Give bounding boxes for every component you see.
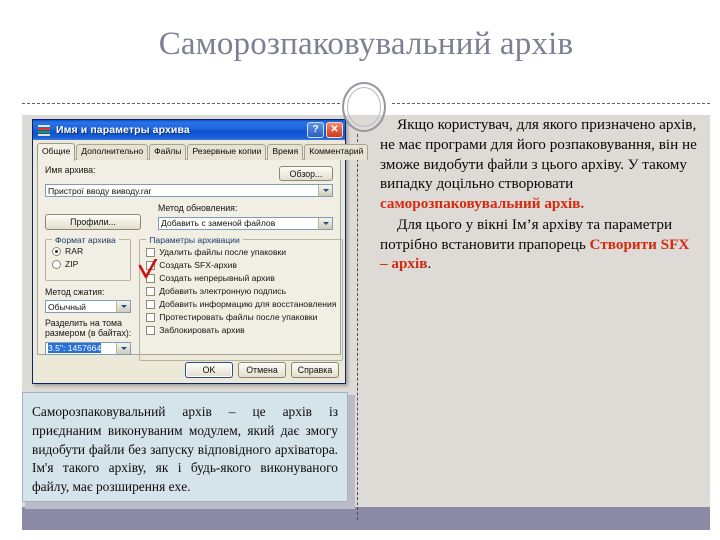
tab-obshie[interactable]: Общие (37, 143, 76, 161)
body-paragraph-2: Для цього у вікні Ім’я архіву та парамет… (380, 215, 700, 274)
checkbox-label: Добавить информацию для восстановления (159, 298, 337, 309)
help-button[interactable]: Справка (291, 362, 339, 378)
checkbox-lock-archive[interactable]: Заблокировать архив (146, 324, 336, 335)
body-paragraph-2-period: . (427, 255, 432, 273)
archive-name-row: Имя архива: Обзор... (45, 165, 333, 181)
checkbox-icon (146, 325, 156, 335)
radio-zip-label: ZIP (65, 258, 79, 269)
tab-kommentariy[interactable]: Комментарий (304, 144, 369, 160)
checkbox-add-recovery-record[interactable]: Добавить информацию для восстановления (146, 298, 337, 309)
checkbox-create-sfx-archive[interactable]: Создать SFX-архив (146, 259, 336, 270)
compression-method-select[interactable]: Обычный (45, 300, 132, 314)
chevron-down-icon[interactable] (116, 342, 131, 354)
cancel-button[interactable]: Отмена (238, 362, 286, 378)
close-icon[interactable]: ✕ (326, 122, 343, 138)
profiles-update-row: Профили... Метод обновления: Добавить с … (45, 203, 333, 230)
body-text: Якщо користувач, для якого призначено ар… (380, 115, 700, 274)
checkbox-delete-files-after-packing[interactable]: Удалить файлы после упаковки (146, 246, 336, 257)
checkbox-label: Удалить файлы после упаковки (159, 246, 287, 257)
radio-rar-label: RAR (65, 245, 84, 256)
right-column: Параметры архивации Удалить файлы после … (138, 234, 344, 361)
archive-format-group: Формат архива RAR ZIP (45, 234, 132, 281)
checkbox-label: Заблокировать архив (159, 324, 245, 335)
browse-button[interactable]: Обзор... (279, 166, 333, 181)
checkbox-create-solid-archive[interactable]: Создать непрерывный архив (146, 272, 336, 283)
update-method-label: Метод обновления: (158, 203, 238, 213)
frame-top (0, 0, 720, 12)
dialog-tab-strip[interactable]: Общие Дополнительно Файлы Резервные копи… (37, 143, 369, 161)
checkbox-icon (146, 299, 156, 309)
dialog-title-bar[interactable]: Имя и параметры архива ? ✕ (33, 120, 345, 140)
dialog-body: Общие Дополнительно Файлы Резервные копи… (33, 140, 369, 383)
radio-rar[interactable]: RAR (52, 245, 124, 256)
body-highlight-sfx-archive: саморозпаковувальний архів. (380, 195, 585, 212)
tab-rezervnye-kopii[interactable]: Резервные копии (187, 144, 267, 160)
tab-faily[interactable]: Файлы (149, 144, 187, 160)
dialog-title: Имя и параметры архива (56, 124, 190, 136)
checkbox-add-digital-signature[interactable]: Добавить электронную подпись (146, 285, 336, 296)
chevron-down-icon[interactable] (116, 301, 131, 313)
split-volumes-label-line2: размером (в байтах): (45, 328, 132, 339)
winrar-archive-dialog[interactable]: Имя и параметры архива ? ✕ Общие Дополни… (32, 119, 369, 384)
radio-rar-icon (52, 246, 61, 256)
frame-right (710, 0, 720, 540)
dialog-tab-page-general: Имя архива: Обзор... Пристрої вводу виво… (37, 159, 344, 361)
divider-dashed-right (392, 103, 710, 104)
checkbox-label: Создать SFX-архив (159, 259, 237, 270)
chevron-down-icon[interactable] (318, 217, 332, 229)
circle-decoration-icon (342, 82, 386, 132)
dialog-window-buttons: ? ✕ (307, 122, 343, 138)
checkbox-icon (146, 260, 156, 270)
checkbox-label: Создать непрерывный архив (159, 272, 275, 283)
split-volumes-value: 3.5": 1457664 (48, 343, 102, 354)
update-method-value: Добавить с заменой файлов (161, 218, 276, 229)
tab-vremya[interactable]: Время (267, 144, 304, 160)
archive-format-title: Формат архива (52, 234, 119, 245)
chevron-down-icon[interactable] (318, 185, 332, 196)
body-paragraph-1: Якщо користувач, для якого призначено ар… (380, 115, 700, 214)
frame-bottom (0, 530, 720, 540)
compression-method-label: Метод сжатия: (45, 286, 105, 297)
frame-left (0, 0, 22, 540)
radio-zip[interactable]: ZIP (52, 258, 124, 269)
archiving-options-group: Параметры архивации Удалить файлы после … (139, 234, 344, 361)
left-column: Формат архива RAR ZIP Метод сжатия: Обыч… (45, 234, 132, 361)
compression-method-value: Обычный (48, 301, 86, 312)
divider-dashed-left (22, 103, 340, 104)
slide-content-area: Саморозпаковувальний архів Якщо користув… (22, 12, 710, 540)
winrar-books-icon (37, 124, 51, 137)
archive-name-label: Имя архива: (45, 165, 96, 175)
body-paragraph-1-text: Якщо користувач, для якого призначено ар… (380, 116, 697, 193)
profiles-button[interactable]: Профили... (45, 213, 141, 230)
archive-name-input[interactable]: Пристрої вводу виводу.rar (45, 184, 333, 197)
checkbox-icon (146, 273, 156, 283)
divider-dashed-vertical (357, 134, 358, 520)
checkbox-test-files-after-packing[interactable]: Протестировать файлы после упаковки (146, 311, 336, 322)
checkbox-icon (146, 247, 156, 257)
checkbox-label: Добавить электронную подпись (159, 285, 287, 296)
radio-zip-icon (52, 259, 61, 269)
archive-name-value: Пристрої вводу виводу.rar (48, 185, 152, 196)
update-method-select[interactable]: Добавить с заменой файлов (158, 216, 333, 230)
checkbox-label: Протестировать файлы после упаковки (159, 311, 318, 322)
lower-columns: Формат архива RAR ZIP Метод сжатия: Обыч… (45, 234, 344, 361)
dialog-action-buttons: OK Отмена Справка (185, 362, 339, 378)
update-method-cell: Метод обновления: Добавить с заменой фай… (158, 203, 333, 230)
archiving-options-title: Параметры архивации (146, 234, 243, 245)
caption-box: Саморозпаковувальний архів – це архів із… (22, 392, 348, 502)
profiles-cell: Профили... (45, 213, 158, 230)
tab-dopolnitelno[interactable]: Дополнительно (76, 144, 149, 160)
help-icon[interactable]: ? (307, 122, 324, 138)
checkbox-icon (146, 286, 156, 296)
split-volumes-select[interactable]: 3.5": 1457664 (45, 341, 132, 355)
slide-canvas: Саморозпаковувальний архів Якщо користув… (0, 0, 720, 540)
ok-button[interactable]: OK (185, 362, 233, 378)
page-title: Саморозпаковувальний архів (158, 26, 574, 62)
checkbox-icon (146, 312, 156, 322)
